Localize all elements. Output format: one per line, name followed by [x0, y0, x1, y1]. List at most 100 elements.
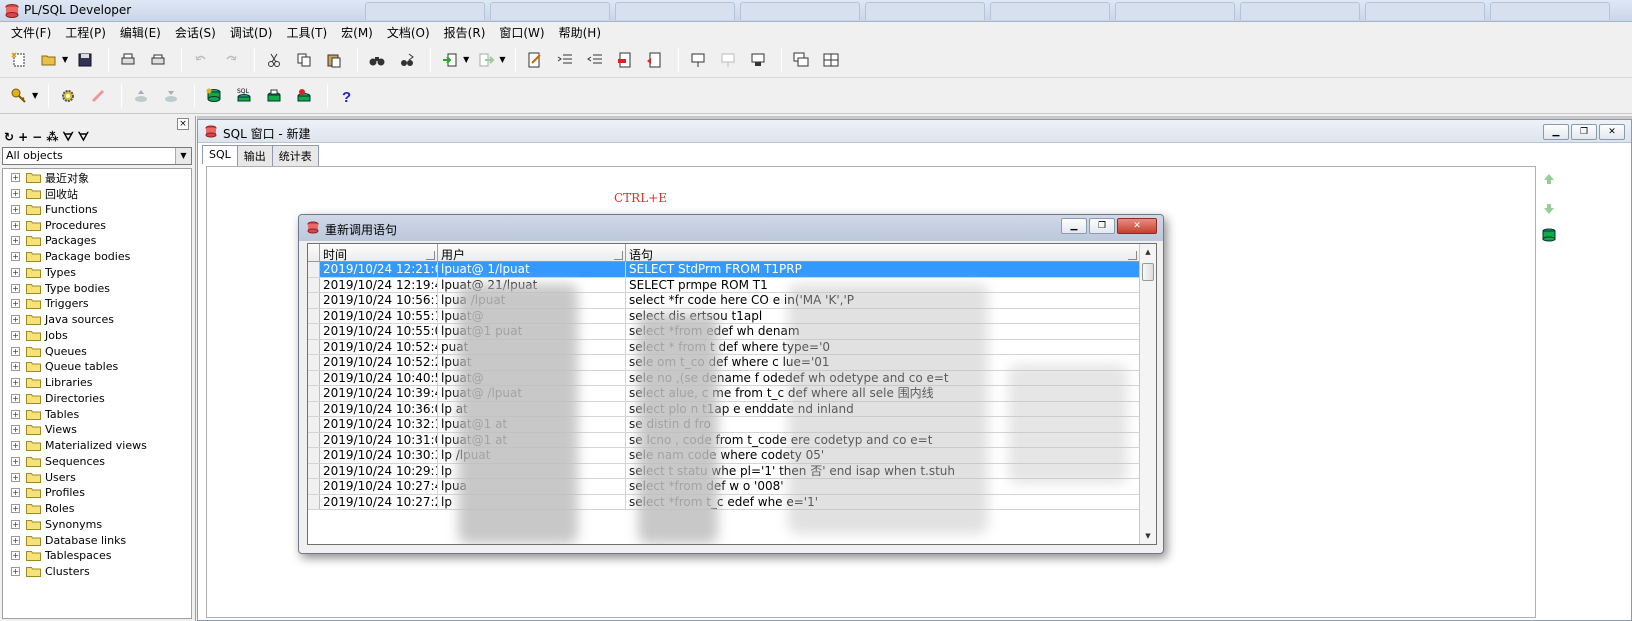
expand-icon[interactable]: + — [11, 252, 20, 262]
close-icon[interactable]: × — [177, 118, 189, 130]
expand-icon[interactable]: + — [11, 283, 20, 293]
logon-button[interactable] — [6, 83, 32, 109]
expand-icon[interactable]: + — [11, 220, 20, 230]
tree-item[interactable]: + Types — [3, 265, 191, 281]
open-button[interactable] — [36, 47, 62, 73]
uncomment-button[interactable] — [642, 47, 668, 73]
print-button[interactable] — [115, 47, 141, 73]
expand-icon[interactable]: + — [11, 299, 20, 309]
expand-icon[interactable]: + — [11, 472, 20, 482]
dialog-title-bar[interactable]: 重新调用语句 ▁ ❐ ✕ — [299, 215, 1163, 241]
tree-item[interactable]: + Materialized views — [3, 438, 191, 454]
menu-macro[interactable]: 宏(M) — [334, 22, 380, 42]
menu-window[interactable]: 窗口(W) — [492, 22, 551, 42]
outdent-button[interactable] — [582, 47, 608, 73]
disabled-plan-button[interactable] — [715, 47, 741, 73]
tree-item[interactable]: + Libraries — [3, 375, 191, 391]
replace-button[interactable] — [394, 47, 420, 73]
minimize-button[interactable]: ▁ — [1061, 218, 1087, 234]
menu-project[interactable]: 工程(P) — [58, 22, 113, 42]
maximize-button[interactable]: ❐ — [1089, 218, 1115, 234]
binoculars-icon[interactable]: ⁂ — [46, 130, 58, 145]
tree-item[interactable]: + Queues — [3, 343, 191, 359]
close-button[interactable]: ✕ — [1599, 124, 1625, 140]
tree-item[interactable]: + Clusters — [3, 564, 191, 580]
expand-icon[interactable]: + — [11, 425, 20, 435]
tree-item[interactable]: + Tables — [3, 406, 191, 422]
table-row[interactable]: 2019/10/24 12:21:04 lpuat@ 1/lpuat SELECT … — [308, 262, 1140, 278]
table-row[interactable]: 2019/10/24 12:19:47lpuat@ 21/lpuatSELECT… — [308, 277, 1140, 293]
tab-sql[interactable]: SQL — [202, 145, 238, 164]
chevron-down-icon[interactable]: ▼ — [175, 148, 191, 164]
copy-button[interactable] — [291, 47, 317, 73]
add-icon[interactable]: + — [18, 130, 28, 145]
tree-item[interactable]: + Type bodies — [3, 280, 191, 296]
tree-item[interactable]: + 回收站 — [3, 186, 191, 202]
print-preview-button[interactable] — [145, 47, 171, 73]
expand-icon[interactable]: + — [11, 441, 20, 451]
tree-item[interactable]: + Java sources — [3, 312, 191, 328]
expand-icon[interactable]: + — [11, 378, 20, 388]
edit-document-button[interactable] — [522, 47, 548, 73]
expand-icon[interactable]: + — [11, 173, 20, 183]
filter-icon[interactable]: ᗊ — [62, 130, 73, 145]
sql-db-button[interactable]: SQL — [231, 83, 257, 109]
expand-icon[interactable]: + — [11, 236, 20, 246]
sql-window-title-bar[interactable]: SQL 窗口 - 新建 ▁ ❐ ✕ — [198, 120, 1631, 143]
tree-item[interactable]: + Database links — [3, 532, 191, 548]
scroll-down-icon[interactable]: ▼ — [1140, 528, 1156, 544]
table-row[interactable]: 2019/10/24 10:55:09lpuat@1 puatselect *f… — [308, 324, 1140, 340]
scroll-up-icon[interactable]: ▲ — [1140, 244, 1156, 260]
table-row[interactable]: 2019/10/24 10:27:29 lp select *from t_c ed… — [308, 494, 1140, 510]
arrow-up-icon[interactable] — [1542, 172, 1556, 186]
expand-icon[interactable]: + — [11, 362, 20, 372]
minimize-button[interactable]: ▁ — [1543, 124, 1569, 140]
db-stop-button[interactable] — [291, 83, 317, 109]
db-command-button[interactable] — [261, 83, 287, 109]
find-button[interactable] — [364, 47, 390, 73]
tree-item[interactable]: + Packages — [3, 233, 191, 249]
expand-icon[interactable]: + — [11, 393, 20, 403]
expand-icon[interactable]: + — [11, 204, 20, 214]
undo-button[interactable] — [188, 47, 214, 73]
expand-icon[interactable]: + — [11, 488, 20, 498]
expand-icon[interactable]: + — [11, 504, 20, 514]
refresh-icon[interactable]: ↻ — [4, 130, 14, 145]
tree-item[interactable]: + Directories — [3, 391, 191, 407]
filter-edit-icon[interactable]: ᗊ — [78, 130, 89, 145]
expand-icon[interactable]: + — [11, 346, 20, 356]
chevron-down-icon[interactable]: ▼ — [32, 91, 38, 100]
chevron-down-icon[interactable]: ▼ — [62, 55, 68, 64]
tree-item[interactable]: + Jobs — [3, 328, 191, 344]
column-header-user[interactable]: 用户 — [438, 244, 626, 262]
break-button[interactable] — [85, 83, 111, 109]
expand-icon[interactable]: + — [11, 551, 20, 561]
tree-item[interactable]: + Triggers — [3, 296, 191, 312]
restore-button[interactable]: ❐ — [1571, 124, 1597, 140]
table-row[interactable]: 2019/10/24 10:55:19lpuat@select dis erts… — [308, 308, 1140, 324]
tree-item[interactable]: + Synonyms — [3, 517, 191, 533]
tree-item[interactable]: + Sequences — [3, 454, 191, 470]
tree-item[interactable]: + Roles — [3, 501, 191, 517]
expand-icon[interactable]: + — [11, 519, 20, 529]
db-connect-button[interactable] — [201, 83, 227, 109]
expand-icon[interactable]: + — [11, 567, 20, 577]
tree-item[interactable]: + Views — [3, 422, 191, 438]
plan-compare-button[interactable] — [745, 47, 771, 73]
remove-icon[interactable]: − — [32, 130, 42, 145]
execute-button[interactable] — [55, 83, 81, 109]
explain-plan-button[interactable] — [685, 47, 711, 73]
redo-button[interactable] — [218, 47, 244, 73]
commit-button[interactable] — [128, 83, 154, 109]
cut-button[interactable] — [261, 47, 287, 73]
expand-icon[interactable]: + — [11, 267, 20, 277]
menu-file[interactable]: 文件(F) — [4, 22, 58, 42]
menu-debug[interactable]: 调试(D) — [223, 22, 280, 42]
save-button[interactable] — [72, 47, 98, 73]
tree-item[interactable]: + Procedures — [3, 217, 191, 233]
tab-output[interactable]: 输出 — [236, 145, 273, 166]
scroll-thumb[interactable] — [1142, 263, 1154, 281]
windows-button[interactable] — [788, 47, 814, 73]
column-header-statement[interactable]: 语句 — [626, 244, 1140, 262]
indent-button[interactable] — [552, 47, 578, 73]
